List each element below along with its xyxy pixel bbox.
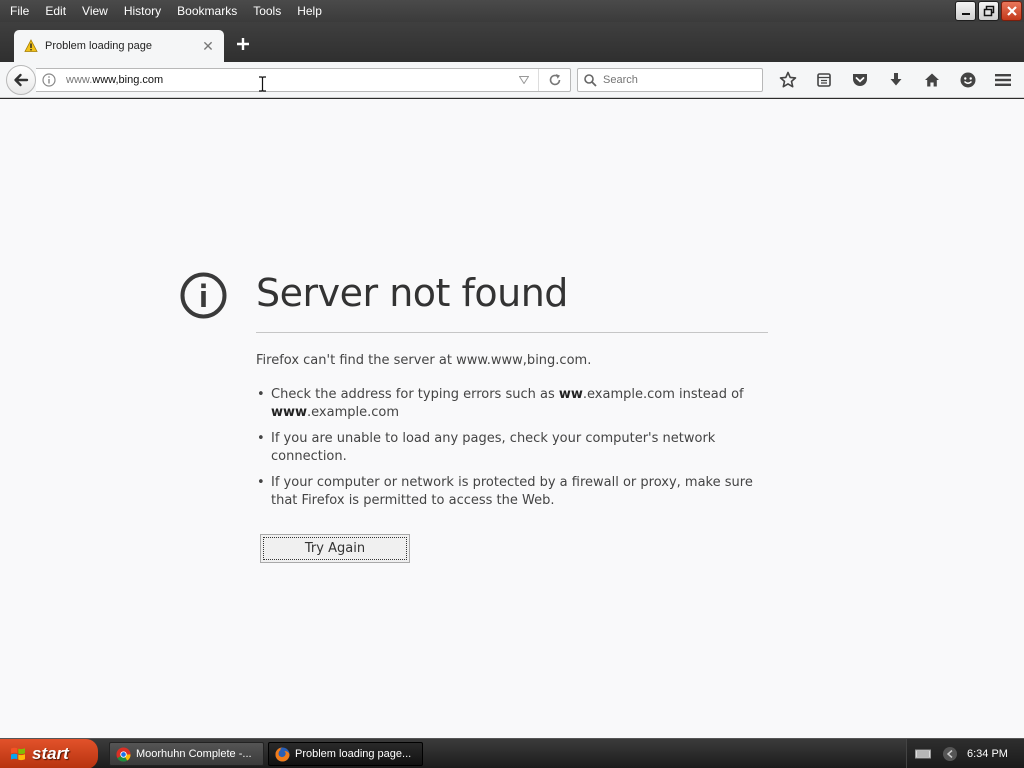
taskbar-item-firefox[interactable]: Problem loading page... bbox=[268, 742, 423, 766]
hamburger-icon bbox=[995, 74, 1011, 86]
menu-view[interactable]: View bbox=[74, 1, 116, 21]
clock: 6:34 PM bbox=[967, 748, 1008, 760]
back-arrow-icon bbox=[14, 73, 29, 87]
try-again-label: Try Again bbox=[263, 537, 407, 560]
reload-icon bbox=[549, 74, 560, 86]
list-item: If your computer or network is protected… bbox=[256, 474, 768, 510]
suggestion-text: .example.com instead of bbox=[582, 387, 744, 402]
search-bar[interactable] bbox=[577, 68, 763, 92]
suggestion-bold: www bbox=[271, 405, 308, 420]
list-item: Check the address for typing errors such… bbox=[256, 386, 768, 422]
hello-icon[interactable] bbox=[950, 68, 986, 92]
url-dropdown-icon[interactable] bbox=[510, 76, 538, 84]
chrome-icon bbox=[116, 746, 131, 762]
system-tray: 6:34 PM bbox=[906, 739, 1024, 768]
text-cursor-icon bbox=[259, 76, 266, 92]
menu-tools[interactable]: Tools bbox=[245, 1, 289, 21]
toolbar-icons bbox=[770, 68, 986, 92]
menu-help[interactable]: Help bbox=[289, 1, 330, 21]
reload-button[interactable] bbox=[538, 69, 570, 91]
start-label: start bbox=[32, 744, 69, 763]
pocket-icon[interactable] bbox=[842, 68, 878, 92]
tab-problem-loading[interactable]: Problem loading page ✕ bbox=[14, 30, 224, 62]
title-divider bbox=[256, 332, 768, 333]
bookmark-star-icon[interactable] bbox=[770, 68, 806, 92]
start-button[interactable]: start bbox=[0, 739, 98, 768]
url-domain: www,bing.com bbox=[92, 74, 164, 86]
reading-list-icon[interactable] bbox=[806, 68, 842, 92]
tab-strip: Problem loading page ✕ bbox=[0, 22, 1024, 62]
suggestion-bold: ww bbox=[558, 387, 583, 402]
close-button[interactable] bbox=[1001, 1, 1022, 21]
tab-title: Problem loading page bbox=[45, 40, 153, 52]
restore-icon bbox=[983, 5, 994, 17]
new-tab-button[interactable] bbox=[233, 34, 253, 54]
window-controls bbox=[955, 1, 1022, 21]
menu-file[interactable]: File bbox=[2, 1, 37, 21]
menu-edit[interactable]: Edit bbox=[37, 1, 74, 21]
hamburger-menu-button[interactable] bbox=[990, 68, 1016, 92]
show-hidden-icons-icon[interactable] bbox=[943, 747, 957, 761]
tab-close-icon[interactable]: ✕ bbox=[200, 38, 216, 54]
firefox-icon bbox=[275, 746, 290, 762]
warning-icon bbox=[24, 39, 38, 52]
error-page: Server not found Firefox can't find the … bbox=[0, 99, 1024, 738]
taskbar: start Moorhuhn Complete -... Problem loa… bbox=[0, 738, 1024, 768]
download-icon[interactable] bbox=[878, 68, 914, 92]
minimize-icon bbox=[961, 13, 970, 15]
plus-icon bbox=[237, 38, 249, 50]
info-circle-icon bbox=[180, 272, 227, 319]
suggestion-list: Check the address for typing errors such… bbox=[256, 386, 768, 518]
task-label: Moorhuhn Complete -... bbox=[136, 748, 252, 760]
search-icon bbox=[584, 73, 597, 87]
keyboard-icon[interactable] bbox=[915, 748, 931, 760]
url-prefix: www. bbox=[66, 74, 93, 86]
taskbar-item-moorhuhn[interactable]: Moorhuhn Complete -... bbox=[109, 742, 264, 766]
menu-history[interactable]: History bbox=[116, 1, 169, 21]
error-description: Firefox can't find the server at www.www… bbox=[256, 353, 592, 368]
try-again-button[interactable]: Try Again bbox=[260, 534, 410, 563]
close-icon bbox=[1006, 6, 1017, 16]
site-info-icon[interactable] bbox=[36, 73, 62, 87]
back-button[interactable] bbox=[6, 65, 36, 95]
url-input[interactable]: www.www,bing.com bbox=[62, 74, 510, 86]
menu-bar: File Edit View History Bookmarks Tools H… bbox=[0, 0, 1024, 22]
url-bar[interactable]: www.www,bing.com bbox=[36, 68, 571, 92]
menu-bookmarks[interactable]: Bookmarks bbox=[169, 1, 245, 21]
nav-bar: www.www,bing.com bbox=[0, 62, 1024, 98]
windows-logo-icon bbox=[11, 747, 25, 761]
menu: File Edit View History Bookmarks Tools H… bbox=[0, 1, 330, 21]
home-icon[interactable] bbox=[914, 68, 950, 92]
task-label: Problem loading page... bbox=[295, 748, 412, 760]
minimize-button[interactable] bbox=[955, 1, 976, 21]
search-input[interactable] bbox=[603, 74, 753, 86]
list-item: If you are unable to load any pages, che… bbox=[256, 430, 768, 466]
restore-button[interactable] bbox=[978, 1, 999, 21]
suggestion-text: .example.com bbox=[307, 405, 400, 420]
suggestion-text: Check the address for typing errors such… bbox=[271, 387, 559, 402]
error-title: Server not found bbox=[256, 271, 568, 315]
